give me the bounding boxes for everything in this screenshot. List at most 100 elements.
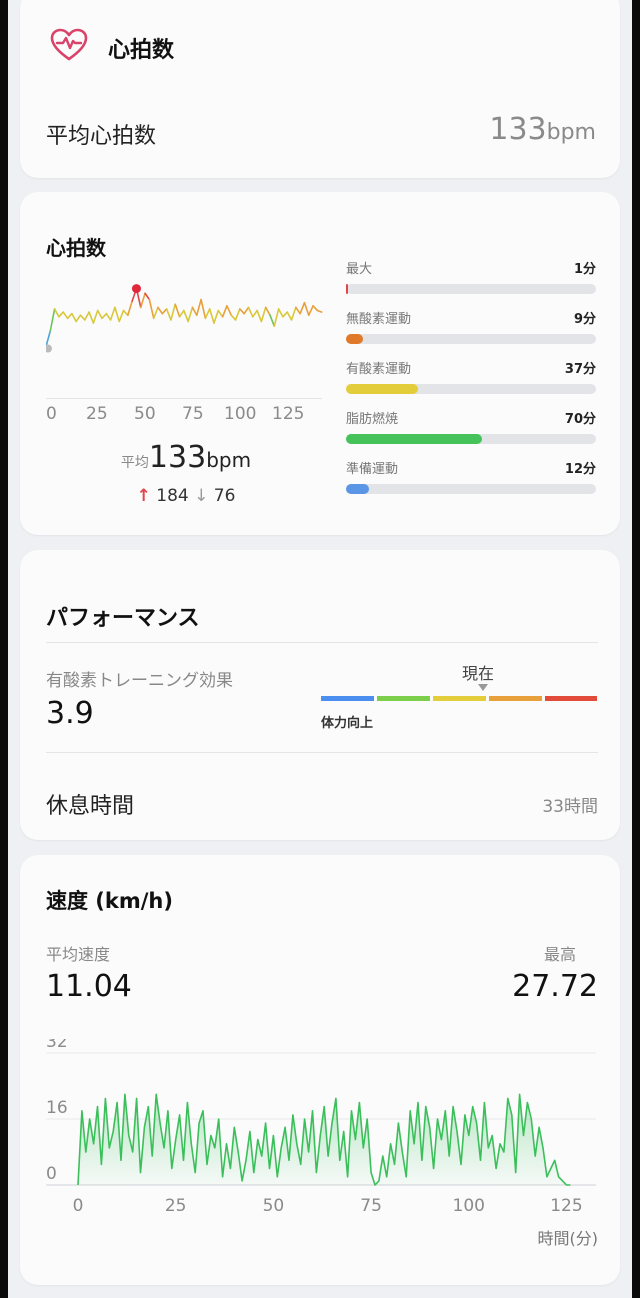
speed-x-tick: 75 — [360, 1196, 382, 1216]
arrow-down-icon: ↓ — [194, 486, 209, 506]
zone-label: 準備運動 — [346, 462, 399, 477]
heart-rate-line-segment — [46, 330, 52, 348]
zone-track — [346, 384, 596, 394]
heart-rate-line-segment — [239, 308, 245, 315]
speed-x-tick: 100 — [453, 1196, 485, 1216]
zone-value: 9分 — [573, 312, 596, 327]
heart-summary-card[interactable]: 心拍数 平均心拍数 133bpm — [20, 0, 620, 178]
heart-rate-line-segment — [299, 301, 306, 315]
heart-rate-line-segment — [286, 311, 293, 321]
speed-x-tick: 50 — [263, 1196, 285, 1216]
heart-rate-line-segment — [195, 298, 202, 317]
heart-rate-line-segment — [260, 306, 267, 323]
heart-rate-line-segment — [191, 306, 198, 317]
heart-min-value: 76 — [213, 486, 236, 506]
speed-x-unit: 時間(分) — [537, 1229, 599, 1248]
performance-title: パフォーマンス — [46, 606, 200, 631]
heart-rate-line-segment — [230, 314, 237, 321]
heart-rate-icon — [50, 28, 88, 62]
heart-rate-line-segment — [277, 308, 284, 318]
heart-rate-line-segment — [66, 312, 73, 320]
zone-value: 1分 — [573, 262, 596, 277]
performance-card[interactable]: パフォーマンス 有酸素トレーニング効果 3.9 現在 体力向上 休息時間 33時… — [20, 550, 620, 840]
heart-detail-title: 心拍数 — [46, 236, 106, 260]
zone-label: 有酸素運動 — [346, 362, 412, 377]
effect-label: 体力向上 — [321, 716, 374, 731]
heart-rate-line-segment — [221, 305, 228, 318]
heart-average-prefix: 平均 — [120, 455, 149, 471]
speed-card[interactable]: 速度 (km/h) 平均速度 11.04 最高 27.72 0 16 32 0 25 50… — [20, 855, 620, 1285]
zone-row: 有酸素運動 37分 — [346, 358, 596, 402]
heart-rate-line-segment — [170, 303, 177, 321]
speed-x-tick: 125 — [550, 1196, 582, 1216]
heart-rate-line-segment — [79, 314, 86, 321]
zone-track — [346, 284, 596, 294]
zone-track — [346, 484, 596, 494]
heart-rate-line-segment — [213, 309, 220, 324]
heart-rate-line-segment — [204, 308, 211, 320]
heart-average: 平均133bpm — [46, 440, 326, 475]
zone-row: 準備運動 12分 — [346, 458, 596, 502]
heart-rate-line-segment — [58, 311, 65, 318]
heart-rate-line-segment — [88, 311, 95, 324]
heart-rate-line-segment — [316, 309, 323, 313]
heart-rate-line-segment — [105, 312, 112, 321]
heart-rate-line-segment — [178, 309, 185, 318]
heart-rate-line-segment — [247, 306, 254, 318]
heart-rate-line-segment — [243, 306, 250, 315]
zone-fill — [346, 284, 348, 294]
heart-rate-line-segment — [96, 309, 103, 320]
heart-rate-line-segment — [101, 312, 108, 320]
zone-fill — [346, 384, 418, 394]
heart-rate-line-segment — [234, 308, 241, 321]
zone-fill — [346, 434, 482, 444]
zone-fill — [346, 484, 370, 494]
zone-value: 12分 — [564, 462, 596, 477]
heart-rate-start-point — [46, 344, 52, 353]
speed-y-tick: 16 — [46, 1098, 68, 1118]
heart-x-tick: 75 — [182, 404, 204, 424]
heart-rate-line-segment — [49, 308, 56, 332]
heart-rate-line-segment — [312, 305, 319, 312]
heart-detail-card[interactable]: 心拍数 0 25 50 75 100 125 平均133bpm ↑ 184 ↓ … — [20, 192, 620, 535]
heart-rate-line-segment — [165, 308, 172, 321]
heart-max-value: 184 — [156, 486, 189, 506]
heart-x-tick: 100 — [224, 404, 257, 424]
speed-x-tick: 0 — [73, 1196, 84, 1216]
zone-fill — [346, 334, 364, 344]
zone-track — [346, 334, 596, 344]
heart-zones: 最大 1分 無酸素運動 9分 有酸素運動 37分 脂肪燃焼 70分 準備運動 1… — [346, 258, 596, 508]
zone-value: 70分 — [564, 412, 596, 427]
heart-rate-line-segment — [226, 305, 233, 317]
heart-rate-line-segment — [273, 308, 280, 327]
heart-rate-line-segment — [122, 309, 129, 317]
heart-rate-line-segment — [53, 308, 60, 318]
heart-rate-line-segment — [139, 292, 146, 309]
heart-rate-line-segment — [148, 298, 155, 320]
zone-value: 37分 — [564, 362, 596, 377]
heart-rate-line-segment — [127, 300, 133, 317]
heart-rate-line-segment — [83, 311, 90, 321]
heart-x-tick: 125 — [272, 404, 305, 424]
heart-rate-line-segment — [144, 292, 151, 301]
max-speed-label: 最高 — [543, 945, 576, 964]
heart-rate-line-segment — [307, 305, 314, 317]
scale-segment — [489, 696, 542, 701]
average-heart-rate-number: 133 — [489, 112, 547, 147]
rest-time-label: 休息時間 — [46, 794, 135, 819]
scale-segment — [377, 696, 430, 701]
heart-rate-line-segment — [303, 301, 310, 317]
heart-rate-line-segment — [118, 309, 125, 323]
scale-segment — [321, 696, 374, 701]
average-heart-rate-value: 133bpm — [489, 112, 596, 147]
zone-track — [346, 434, 596, 444]
performance-divider-top — [46, 642, 598, 643]
heart-x-tick: 50 — [134, 404, 156, 424]
heart-x-tick: 0 — [46, 404, 57, 424]
heart-average-number: 133 — [148, 440, 207, 475]
heart-rate-line-segment — [217, 309, 224, 318]
zone-label: 脂肪燃焼 — [346, 412, 399, 427]
heart-rate-peak-point — [131, 284, 141, 294]
heart-rate-line-segment — [62, 311, 69, 320]
speed-y-tick: 32 — [46, 1039, 68, 1052]
